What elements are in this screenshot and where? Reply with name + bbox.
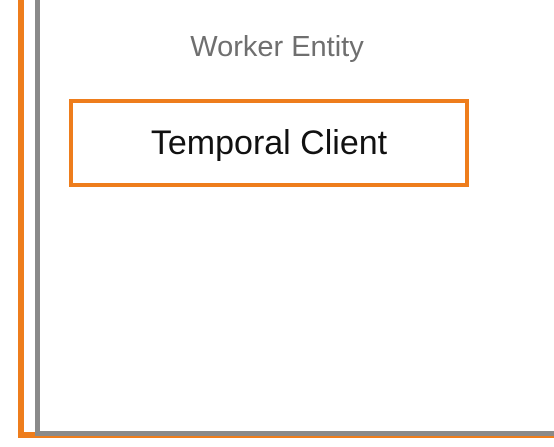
worker-entity-title: Worker Entity bbox=[190, 31, 364, 63]
temporal-client-box: Temporal Client bbox=[69, 99, 469, 187]
worker-entity-box bbox=[35, 0, 554, 436]
temporal-client-label: Temporal Client bbox=[150, 124, 388, 162]
